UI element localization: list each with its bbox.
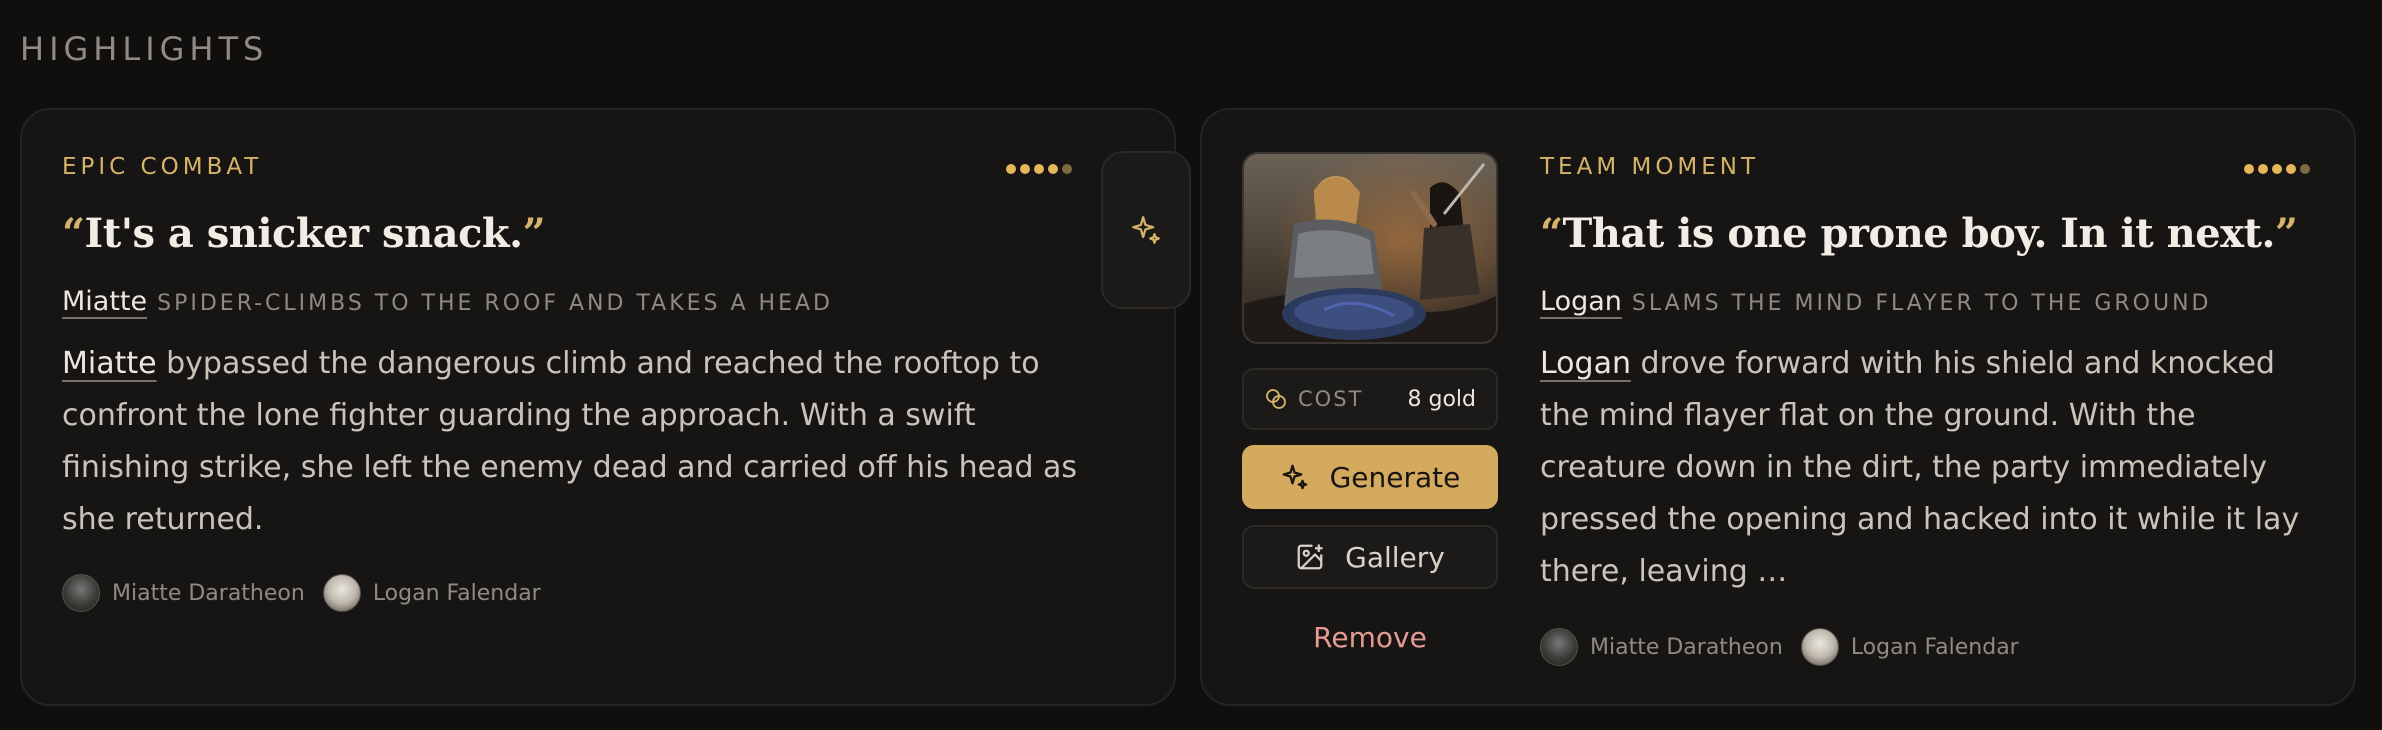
battle-scene-illustration xyxy=(1244,154,1496,342)
highlight-card-epic-combat: EPIC COMBAT “It's a snicker snack.” Miat… xyxy=(20,108,1176,706)
highlight-subline: Logan SLAMS THE MIND FLAYER TO THE GROUN… xyxy=(1540,286,2212,317)
rating-dot xyxy=(1062,164,1072,174)
cost-label: COST xyxy=(1298,387,1364,411)
remove-button[interactable]: Remove xyxy=(1242,612,1498,662)
rating-dot xyxy=(2272,164,2282,174)
character-chip[interactable]: Logan Falendar xyxy=(1800,628,2019,666)
highlight-quote: “It's a snicker snack.” xyxy=(62,210,546,257)
rating-dot xyxy=(2258,164,2268,174)
avatar xyxy=(1540,628,1578,666)
actor-link[interactable]: Miatte xyxy=(62,286,147,317)
highlight-body: Miatte bypassed the dangerous climb and … xyxy=(62,346,1078,537)
section-title: HIGHLIGHTS xyxy=(20,30,269,68)
card-kicker: EPIC COMBAT xyxy=(62,154,263,180)
body-actor-link[interactable]: Miatte xyxy=(62,346,157,381)
avatar xyxy=(1800,628,1839,666)
highlight-card-team-moment: COST 8 gold Generate Gallery Remove TEAM… xyxy=(1200,108,2356,706)
character-list: Miatte Daratheon Logan Falendar xyxy=(1540,628,2019,666)
sparkle-icon xyxy=(1132,216,1160,244)
cost-display: COST 8 gold xyxy=(1242,368,1498,430)
cost-value: 8 gold xyxy=(1407,386,1477,412)
character-chip[interactable]: Miatte Daratheon xyxy=(62,574,305,612)
generate-button[interactable]: Generate xyxy=(1242,445,1498,509)
rating-dot xyxy=(1006,164,1016,174)
rating-dot xyxy=(2286,164,2296,174)
character-list: Miatte Daratheon Logan Falendar xyxy=(62,574,541,612)
rating-dots xyxy=(1006,164,1072,174)
rating-dot xyxy=(1048,164,1058,174)
rating-dot xyxy=(2244,164,2254,174)
rating-dot xyxy=(1034,164,1044,174)
action-summary: SPIDER-CLIMBS TO THE ROOF AND TAKES A HE… xyxy=(157,291,833,316)
coins-icon xyxy=(1266,389,1286,409)
character-chip[interactable]: Logan Falendar xyxy=(322,574,541,612)
action-summary: SLAMS THE MIND FLAYER TO THE GROUND xyxy=(1631,291,2212,316)
highlight-subline: Miatte SPIDER-CLIMBS TO THE ROOF AND TAK… xyxy=(62,286,833,317)
rating-dot xyxy=(1020,164,1030,174)
rating-dot xyxy=(2300,164,2310,174)
sparkle-icon xyxy=(1282,464,1307,490)
highlight-quote: “That is one prone boy. In it next.” xyxy=(1540,210,2298,257)
gallery-label: Gallery xyxy=(1345,540,1445,574)
generate-image-tab[interactable] xyxy=(1101,151,1191,309)
actor-link[interactable]: Logan xyxy=(1540,286,1622,317)
character-chip[interactable]: Miatte Daratheon xyxy=(1540,628,1783,666)
avatar xyxy=(62,574,100,612)
highlight-body: Logan drove forward with his shield and … xyxy=(1540,346,2300,589)
battle-scene-image[interactable] xyxy=(1242,152,1498,344)
card-kicker: TEAM MOMENT xyxy=(1540,154,1760,180)
body-actor-link[interactable]: Logan xyxy=(1540,346,1631,381)
image-plus-icon xyxy=(1297,544,1323,570)
rating-dots xyxy=(2244,164,2310,174)
generate-label: Generate xyxy=(1329,460,1461,494)
avatar xyxy=(322,574,361,612)
gallery-button[interactable]: Gallery xyxy=(1242,525,1498,589)
